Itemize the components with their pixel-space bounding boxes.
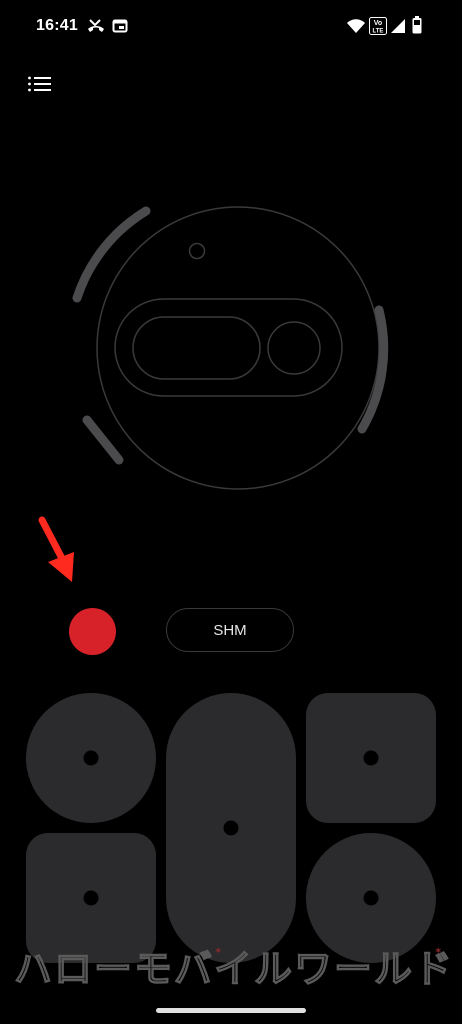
wifi-icon: [347, 18, 365, 39]
pad-1-dot: [83, 750, 99, 766]
svg-text:✶: ✶: [214, 946, 222, 957]
volte-icon: Vo LTE: [369, 17, 387, 40]
menu-button[interactable]: [26, 74, 56, 96]
record-button[interactable]: [69, 608, 116, 655]
shm-button[interactable]: SHM: [166, 608, 294, 652]
glyph-arc-bottom-left[interactable]: [82, 415, 124, 465]
glyph-preview: [72, 206, 389, 490]
svg-text:✶: ✶: [434, 946, 442, 957]
pad-5-dot: [363, 890, 379, 906]
pad-3[interactable]: [306, 693, 436, 823]
glyph-arc-right[interactable]: [357, 305, 389, 434]
camera-ring-outline: [96, 206, 380, 490]
calendar-icon: [112, 18, 128, 39]
cell-signal-icon: [390, 18, 406, 39]
camera-sensor: [188, 242, 206, 260]
status-bar: 16:41 Vo LTE: [0, 0, 462, 54]
missed-call-icon: [86, 18, 106, 39]
pad-4-dot: [83, 890, 99, 906]
battery-icon: [412, 16, 422, 39]
pad-1[interactable]: [26, 693, 156, 823]
pad-3-dot: [363, 750, 379, 766]
camera-lens-main: [132, 316, 261, 380]
camera-module-outline: [114, 298, 343, 397]
list-menu-icon: [28, 76, 51, 92]
svg-text:Vo: Vo: [374, 20, 382, 27]
watermark-text: ハローモバイルワールド: [14, 947, 454, 991]
watermark-logo: ハローモバイルワールド ✶ ✶: [14, 946, 454, 992]
red-arrow-icon: [38, 516, 74, 582]
svg-text:LTE: LTE: [373, 29, 384, 35]
pad-2-dot: [223, 820, 239, 836]
status-time: 16:41: [36, 17, 78, 34]
pad-2[interactable]: [166, 693, 296, 963]
home-indicator[interactable]: [156, 1008, 306, 1013]
camera-lens-secondary: [267, 321, 321, 375]
